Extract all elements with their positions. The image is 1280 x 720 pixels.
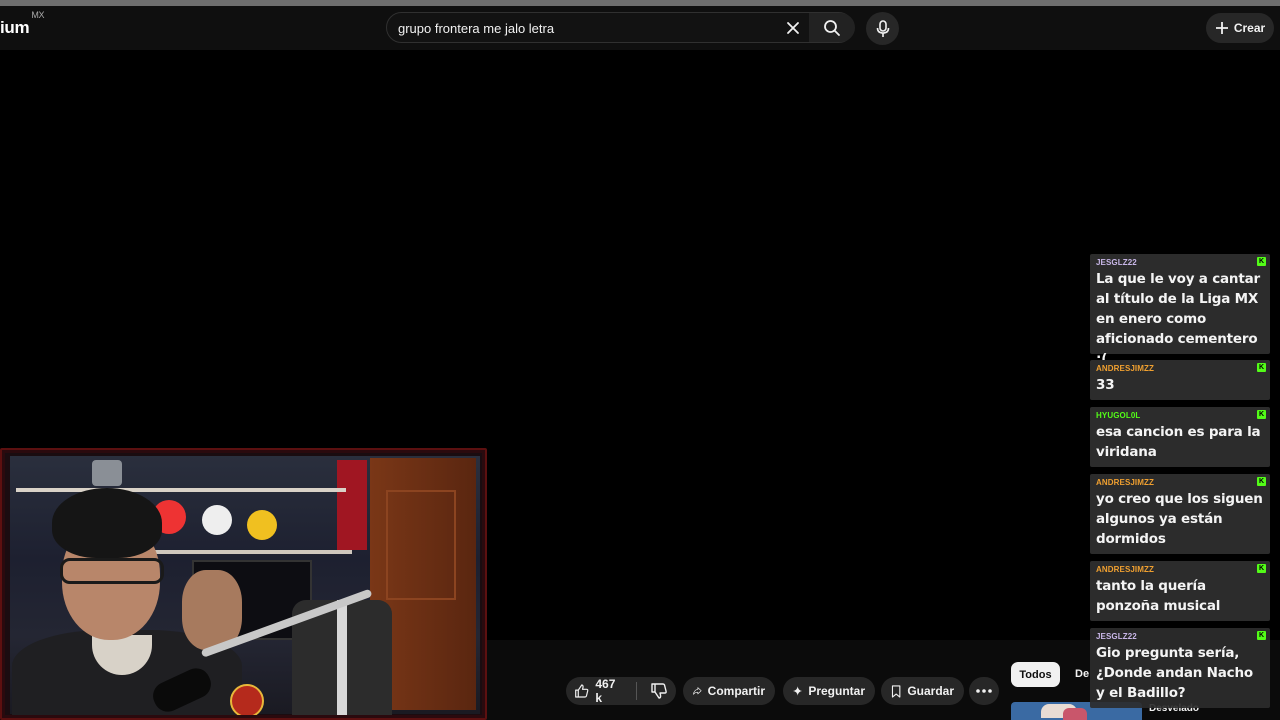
bookmark-icon bbox=[891, 684, 901, 698]
chat-text: yo creo que los siguen algunos ya están … bbox=[1096, 491, 1263, 547]
kick-icon: K bbox=[1257, 363, 1266, 372]
chip-from-channel[interactable]: De bbox=[1075, 668, 1089, 680]
kick-icon: K bbox=[1257, 477, 1266, 486]
thumbs-down-icon bbox=[651, 683, 668, 699]
close-icon bbox=[787, 22, 799, 34]
share-icon bbox=[693, 687, 702, 695]
chat-message: K ANDRESJIMZZ 33 bbox=[1090, 360, 1270, 400]
chip-all[interactable]: Todos bbox=[1011, 662, 1060, 687]
logo-text: ium bbox=[0, 18, 30, 37]
chat-username: ANDRESJIMZZ bbox=[1096, 478, 1154, 487]
webcam-frame bbox=[2, 450, 485, 718]
like-divider bbox=[636, 682, 637, 700]
sparkle-icon bbox=[793, 686, 803, 696]
chat-message: K JESGLZ22 La que le voy a cantar al tít… bbox=[1090, 254, 1270, 367]
save-label: Guardar bbox=[907, 684, 954, 698]
kick-icon: K bbox=[1257, 257, 1266, 266]
like-dislike-group: 467 k bbox=[566, 677, 676, 705]
plus-icon bbox=[1215, 22, 1228, 34]
chat-text: esa cancion es para la viridana bbox=[1096, 424, 1261, 460]
ask-button[interactable]: Preguntar bbox=[783, 677, 875, 705]
chat-text: Gio pregunta sería, ¿Donde andan Nacho y… bbox=[1096, 645, 1253, 701]
like-button[interactable]: 467 k bbox=[566, 677, 621, 705]
kick-icon: K bbox=[1257, 564, 1266, 573]
search-box bbox=[386, 12, 855, 43]
chat-message: K HYUGOL0L esa cancion es para la virida… bbox=[1090, 407, 1270, 467]
thumbnail-face-shape bbox=[1063, 708, 1087, 720]
youtube-logo[interactable]: iumMX bbox=[0, 10, 45, 38]
kick-icon: K bbox=[1257, 631, 1266, 640]
chat-username: ANDRESJIMZZ bbox=[1096, 565, 1154, 574]
chat-message: K JESGLZ22 Gio pregunta sería, ¿Donde an… bbox=[1090, 628, 1270, 708]
chat-text: La que le voy a cantar al título de la L… bbox=[1096, 271, 1260, 367]
region-label: MX bbox=[31, 10, 45, 21]
kick-icon: K bbox=[1257, 410, 1266, 419]
dislike-button[interactable] bbox=[643, 677, 676, 705]
share-button[interactable]: Compartir bbox=[683, 677, 775, 705]
voice-search-button[interactable] bbox=[866, 12, 899, 45]
mic-icon bbox=[876, 19, 889, 37]
thumbs-up-icon bbox=[575, 684, 589, 698]
more-icon bbox=[976, 689, 992, 693]
create-label: Crear bbox=[1233, 21, 1266, 35]
chat-message: K ANDRESJIMZZ yo creo que los siguen alg… bbox=[1090, 474, 1270, 554]
more-actions-button[interactable] bbox=[969, 677, 999, 705]
chat-username: JESGLZ22 bbox=[1096, 258, 1137, 267]
chat-text: tanto la quería ponzoña musical bbox=[1096, 578, 1221, 614]
chat-text: 33 bbox=[1096, 377, 1115, 393]
share-label: Compartir bbox=[707, 684, 765, 698]
chat-username: JESGLZ22 bbox=[1096, 632, 1137, 641]
search-icon bbox=[824, 19, 840, 36]
create-button[interactable]: Crear bbox=[1206, 13, 1274, 43]
save-button[interactable]: Guardar bbox=[881, 677, 964, 705]
search-button[interactable] bbox=[809, 13, 855, 42]
chat-username: HYUGOL0L bbox=[1096, 411, 1141, 420]
masthead: iumMX Crear bbox=[0, 6, 1280, 50]
like-count: 467 k bbox=[595, 677, 616, 705]
chat-username: ANDRESJIMZZ bbox=[1096, 364, 1154, 373]
clear-search-button[interactable] bbox=[781, 17, 805, 39]
search-input[interactable] bbox=[398, 19, 778, 37]
ask-label: Preguntar bbox=[808, 684, 865, 698]
chat-message: K ANDRESJIMZZ tanto la quería ponzoña mu… bbox=[1090, 561, 1270, 621]
webcam-overlay bbox=[0, 448, 487, 720]
